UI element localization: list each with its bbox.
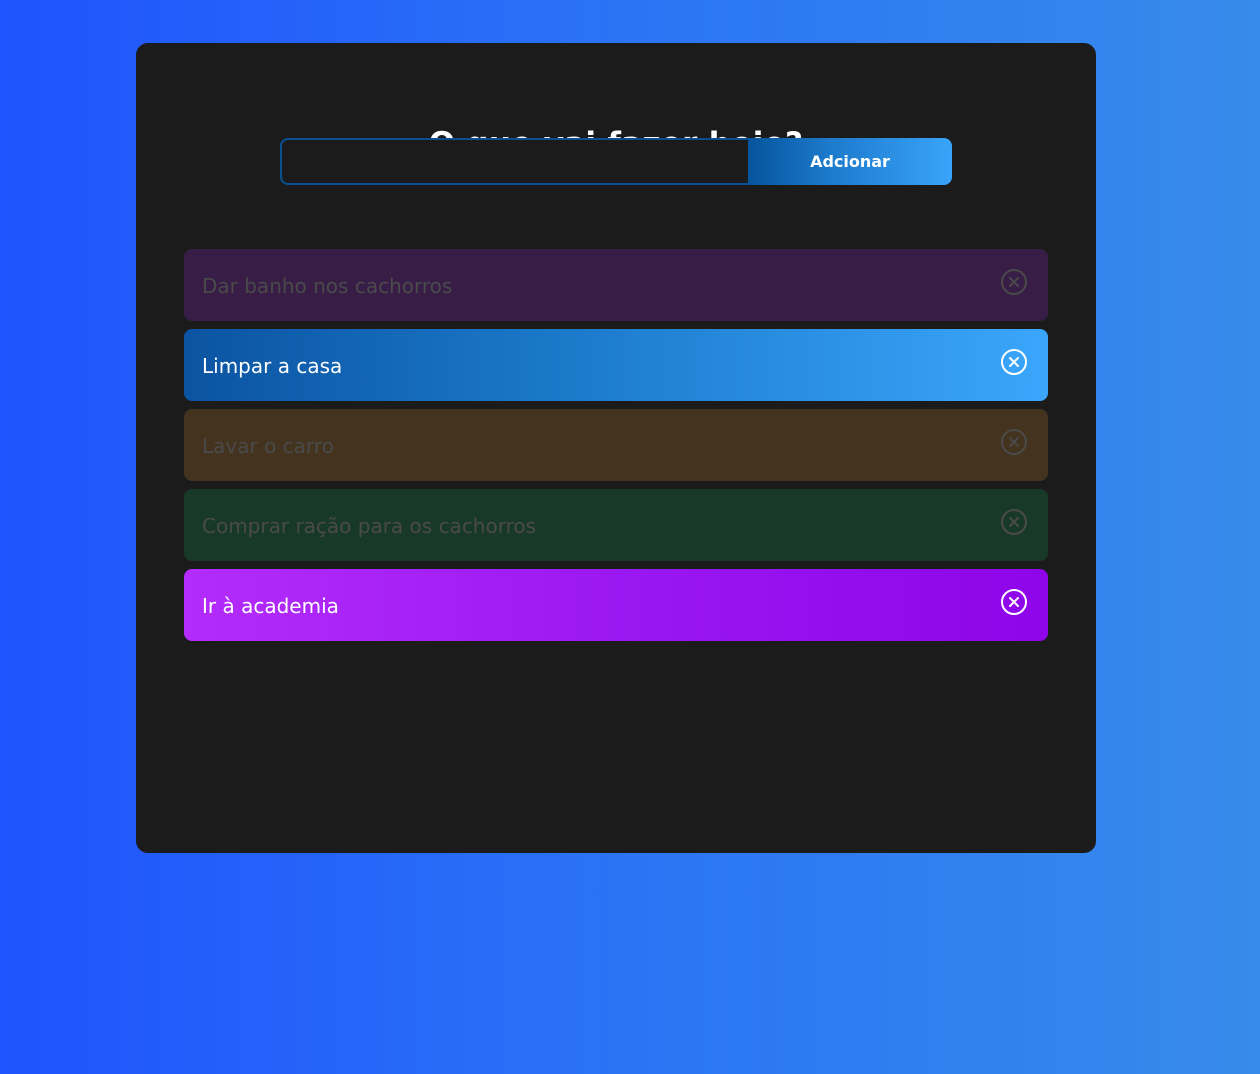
todo-form: Adcionar: [280, 138, 952, 185]
todo-item[interactable]: Ir à academia: [184, 569, 1048, 641]
todo-item-text[interactable]: Dar banho nos cachorros: [202, 272, 1030, 298]
close-circle-icon[interactable]: [1000, 588, 1028, 616]
close-circle-icon[interactable]: [1000, 268, 1028, 296]
todo-item[interactable]: Dar banho nos cachorros: [184, 249, 1048, 321]
close-circle-icon[interactable]: [1000, 508, 1028, 536]
todo-list: Dar banho nos cachorros Limpar a casa La…: [184, 249, 1048, 649]
todo-item-text[interactable]: Limpar a casa: [202, 352, 1030, 378]
todo-item-text[interactable]: Ir à academia: [202, 592, 1030, 618]
todo-item[interactable]: Limpar a casa: [184, 329, 1048, 401]
todo-app-panel: O que vai fazer hoje? Adcionar Dar banho…: [136, 43, 1096, 853]
todo-item[interactable]: Comprar ração para os cachorros: [184, 489, 1048, 561]
add-button[interactable]: Adcionar: [748, 138, 952, 185]
todo-item[interactable]: Lavar o carro: [184, 409, 1048, 481]
todo-item-text[interactable]: Lavar o carro: [202, 432, 1030, 458]
close-circle-icon[interactable]: [1000, 428, 1028, 456]
todo-item-text[interactable]: Comprar ração para os cachorros: [202, 512, 1030, 538]
close-circle-icon[interactable]: [1000, 348, 1028, 376]
todo-input[interactable]: [280, 138, 748, 185]
